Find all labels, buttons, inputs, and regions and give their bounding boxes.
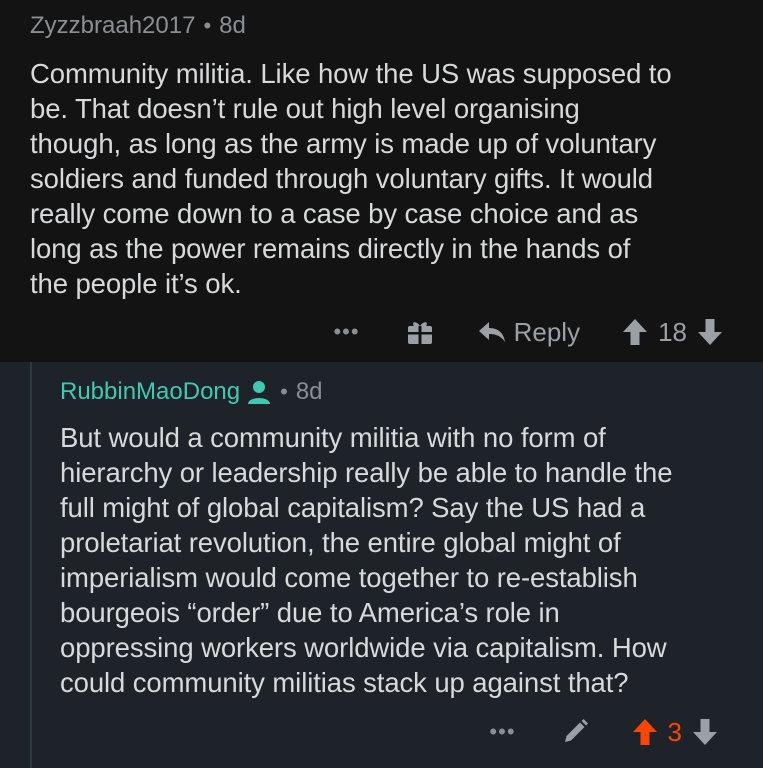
body-line: hierarchy or leadership really be able t… [60,457,673,488]
upvote-arrow-icon[interactable] [622,318,648,346]
body-line: oppressing workers worldwide via capital… [60,632,667,663]
meta-separator: • [280,379,288,404]
body-line: though, as long as the army is made up o… [30,128,657,159]
body-line: Community militia. Like how the US was s… [30,58,672,89]
meta-separator: • [203,13,212,38]
reply-comment-body: But would a community militia with no fo… [60,420,750,700]
thread-line[interactable] [30,362,32,768]
top-comment-actions: ••• Reply 18 [333,312,723,352]
top-comment-meta: Zyzzbraah2017 • 8d [30,12,246,40]
upvote-arrow-icon[interactable] [632,718,658,746]
gift-icon[interactable] [406,318,434,346]
reply-comment-author[interactable]: RubbinMaoDong [60,378,240,406]
downvote-arrow-icon[interactable] [697,318,723,346]
body-line: bourgeois “order” due to America’s role … [60,597,560,628]
more-options-button[interactable]: ••• [489,719,515,745]
top-comment-author[interactable]: Zyzzbraah2017 [30,12,195,40]
top-comment-body: Community militia. Like how the US was s… [30,56,745,301]
top-comment-age: 8d [219,12,246,39]
body-line: be. That doesn’t rule out high level org… [30,93,580,124]
reply-arrow-icon [478,320,506,344]
reply-comment-actions: ••• 3 [489,712,718,752]
body-line: But would a community militia with no fo… [60,422,606,453]
vote-count: 18 [658,316,687,347]
pencil-icon[interactable] [562,719,588,745]
body-line: soldiers and funded through voluntary gi… [30,163,653,194]
more-options-button[interactable]: ••• [333,319,359,345]
body-line: full might of global capitalism? Say the… [60,492,646,523]
reply-label: Reply [513,316,581,347]
body-line: long as the power remains directly in th… [30,233,631,264]
reply-comment-meta: RubbinMaoDong • 8d [60,378,323,406]
downvote-arrow-icon[interactable] [692,718,718,746]
body-line: imperialism would come together to re-es… [60,562,638,593]
reply-comment-age: 8d [295,378,323,405]
body-line: could community militias stack up agains… [60,667,629,698]
body-line: the people it’s ok. [30,268,242,299]
body-line: proletariat revolution, the entire globa… [60,527,621,558]
reply-button[interactable]: Reply [478,317,580,348]
vote-count: 3 [667,716,682,747]
body-line: really come down to a case by case choic… [30,198,639,229]
user-verified-icon [246,379,272,405]
